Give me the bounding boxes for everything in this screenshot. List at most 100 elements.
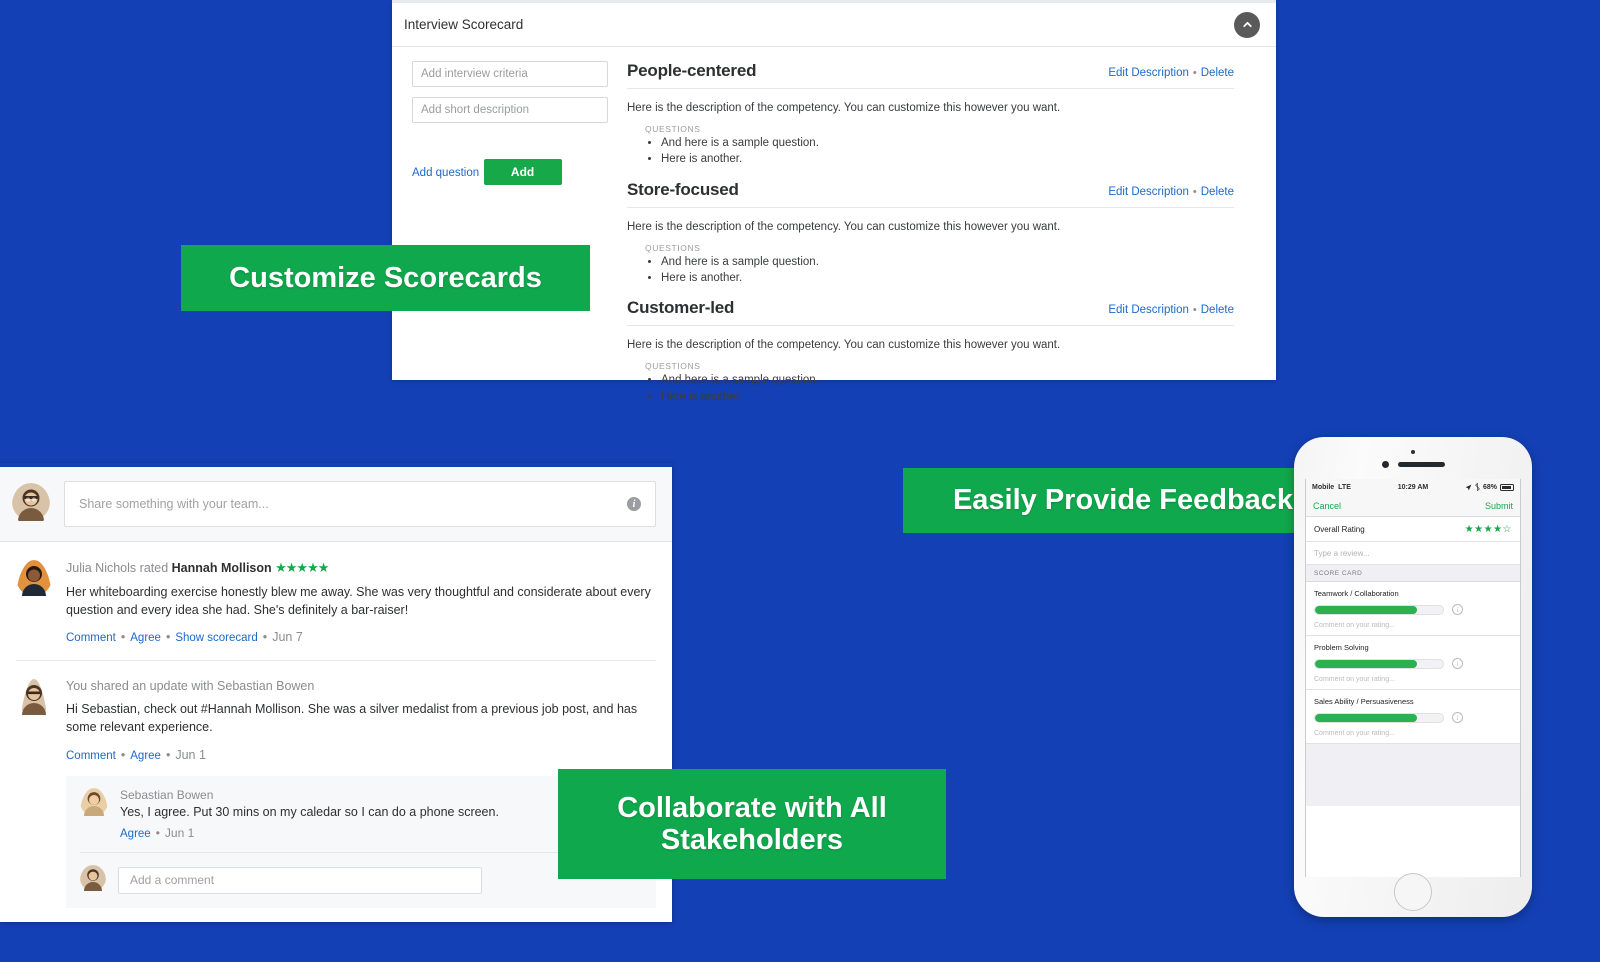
- competency-actions: Edit Description • Delete: [1108, 67, 1234, 79]
- overall-rating-row[interactable]: Overall Rating ★★★★☆: [1306, 517, 1520, 542]
- info-circle-icon[interactable]: i: [1452, 658, 1463, 669]
- agree-link[interactable]: Agree: [130, 632, 161, 644]
- phone-screen: Mobile LTE 10:29 AM 68% Cancel Submit Ov…: [1305, 479, 1521, 877]
- add-question-link[interactable]: Add question: [412, 167, 479, 179]
- review-placeholder[interactable]: Type a review...: [1314, 549, 1370, 558]
- edit-description-link[interactable]: Edit Description: [1108, 304, 1189, 316]
- action-separator: •: [262, 630, 268, 645]
- cancel-button[interactable]: Cancel: [1313, 501, 1341, 511]
- review-input[interactable]: Type a review...: [1306, 542, 1520, 565]
- post-author: Julia Nichols: [66, 561, 137, 575]
- competency-description: Here is the description of the competenc…: [627, 339, 1061, 352]
- competency-item: People-centered Edit Description • Delete …: [627, 61, 1234, 168]
- post-subject: Hannah Mollison: [171, 561, 272, 575]
- post-verb: rated: [139, 561, 169, 575]
- avatar: [80, 864, 106, 896]
- rating-slider-fill: [1315, 605, 1418, 614]
- info-circle-icon[interactable]: i: [1452, 604, 1463, 615]
- question-item: And here is a sample question.: [661, 135, 1234, 151]
- questions-label: QUESTIONS: [645, 361, 701, 372]
- competency-item: Store-focused Edit Description • Delete He…: [627, 180, 1234, 287]
- delete-link[interactable]: Delete: [1201, 186, 1234, 198]
- rating-slider-fill: [1315, 713, 1418, 722]
- competency-name: Store-focused: [627, 179, 739, 199]
- criterion-comment-input[interactable]: Comment on your rating...: [1314, 669, 1512, 689]
- delete-link[interactable]: Delete: [1201, 304, 1234, 316]
- status-bar: Mobile LTE 10:29 AM 68%: [1306, 479, 1520, 495]
- status-right-group: 68%: [1465, 483, 1514, 491]
- info-icon[interactable]: i: [627, 497, 641, 511]
- share-input[interactable]: Share something with your team...: [79, 497, 627, 511]
- criterion-comment-input[interactable]: Comment on your rating...: [1314, 615, 1512, 635]
- rating-slider[interactable]: [1314, 658, 1444, 669]
- share-composer[interactable]: Share something with your team... i: [64, 481, 656, 527]
- action-separator: •: [1192, 185, 1197, 198]
- competency-actions: Edit Description • Delete: [1108, 304, 1234, 316]
- overall-star-rating[interactable]: ★★★★☆: [1465, 524, 1512, 535]
- criterion-row: Teamwork / Collaboration i Comment on yo…: [1306, 582, 1520, 636]
- agree-link[interactable]: Agree: [120, 828, 151, 840]
- criterion-row: Sales Ability / Persuasiveness i Comment…: [1306, 690, 1520, 744]
- comment-link[interactable]: Comment: [66, 750, 116, 762]
- action-separator: •: [165, 630, 171, 645]
- post-actions: Comment • Agree • Show scorecard • Jun 7: [66, 630, 656, 644]
- earpiece-icon: [1397, 462, 1445, 467]
- banner-collaborate-stakeholders: Collaborate with All Stakeholders: [558, 769, 946, 879]
- criterion-row: Problem Solving i Comment on your rating…: [1306, 636, 1520, 690]
- chevron-up-icon[interactable]: [1234, 11, 1260, 38]
- banner-customize-scorecards: Customize Scorecards: [181, 245, 590, 311]
- criterion-name: Teamwork / Collaboration: [1314, 589, 1399, 598]
- interview-criteria-input[interactable]: [412, 61, 608, 87]
- delete-link[interactable]: Delete: [1201, 67, 1234, 79]
- avatar: [16, 560, 52, 644]
- comment-link[interactable]: Comment: [66, 632, 116, 644]
- post-date: Jun 7: [272, 630, 303, 645]
- star-rating: ★★★★★: [275, 560, 329, 575]
- post-date: Jun 1: [175, 747, 206, 762]
- battery-percent: 68%: [1482, 483, 1497, 491]
- home-button[interactable]: [1394, 873, 1432, 911]
- post-header: Julia Nichols rated Hannah Mollison ★★★★…: [66, 560, 656, 576]
- questions-list: And here is a sample question. Here is a…: [661, 372, 1234, 405]
- battery-icon: [1500, 483, 1514, 491]
- post-body: Her whiteboarding exercise honestly blew…: [66, 585, 651, 618]
- avatar: [16, 679, 52, 907]
- show-scorecard-link[interactable]: Show scorecard: [175, 632, 257, 644]
- criterion-comment-input[interactable]: Comment on your rating...: [1314, 723, 1512, 743]
- section-label: SCORE CARD: [1314, 569, 1363, 577]
- questions-label: QUESTIONS: [645, 124, 701, 134]
- screen-filler: [1306, 744, 1520, 806]
- network-label: LTE: [1338, 483, 1351, 491]
- carrier-label: Mobile: [1312, 483, 1335, 491]
- phone-mockup: Mobile LTE 10:29 AM 68% Cancel Submit Ov…: [1294, 437, 1532, 917]
- interview-scorecard-panel: Interview Scorecard Add question Add Peo…: [392, 0, 1276, 403]
- add-comment-placeholder[interactable]: Add a comment: [130, 873, 214, 887]
- location-arrow-icon: [1465, 484, 1472, 490]
- competency-item: Customer-led Edit Description • Delete Her…: [627, 298, 1234, 405]
- avatar: [80, 787, 108, 840]
- question-item: Here is another.: [661, 389, 1234, 405]
- competency-list: People-centered Edit Description • Delete …: [622, 61, 1276, 417]
- submit-button[interactable]: Submit: [1485, 501, 1513, 511]
- post-body: Hi Sebastian, check out #Hannah Mollison…: [66, 702, 638, 735]
- add-button[interactable]: Add: [483, 159, 562, 185]
- agree-link[interactable]: Agree: [130, 750, 161, 762]
- rating-slider[interactable]: [1314, 604, 1444, 615]
- post-header: You shared an update with Sebastian Bowe…: [66, 679, 315, 694]
- post-content: Julia Nichols rated Hannah Mollison ★★★★…: [66, 560, 656, 644]
- add-comment-input[interactable]: Add a comment: [118, 866, 482, 894]
- phone-nav-bar: Cancel Submit: [1306, 495, 1520, 517]
- action-separator: •: [120, 630, 126, 645]
- short-description-input[interactable]: [412, 97, 608, 123]
- questions-list: And here is a sample question. Here is a…: [661, 135, 1234, 168]
- edit-description-link[interactable]: Edit Description: [1108, 67, 1189, 79]
- criterion-slider-row: i: [1314, 712, 1512, 723]
- questions-list: And here is a sample question. Here is a…: [661, 254, 1234, 287]
- score-card-section-header: SCORE CARD: [1306, 565, 1520, 582]
- edit-description-link[interactable]: Edit Description: [1108, 186, 1189, 198]
- info-circle-icon[interactable]: i: [1452, 712, 1463, 723]
- banner-line-1: Collaborate with All: [617, 791, 887, 824]
- rating-slider[interactable]: [1314, 712, 1444, 723]
- criterion-name: Problem Solving: [1314, 643, 1369, 652]
- overall-rating-label: Overall Rating: [1314, 524, 1365, 534]
